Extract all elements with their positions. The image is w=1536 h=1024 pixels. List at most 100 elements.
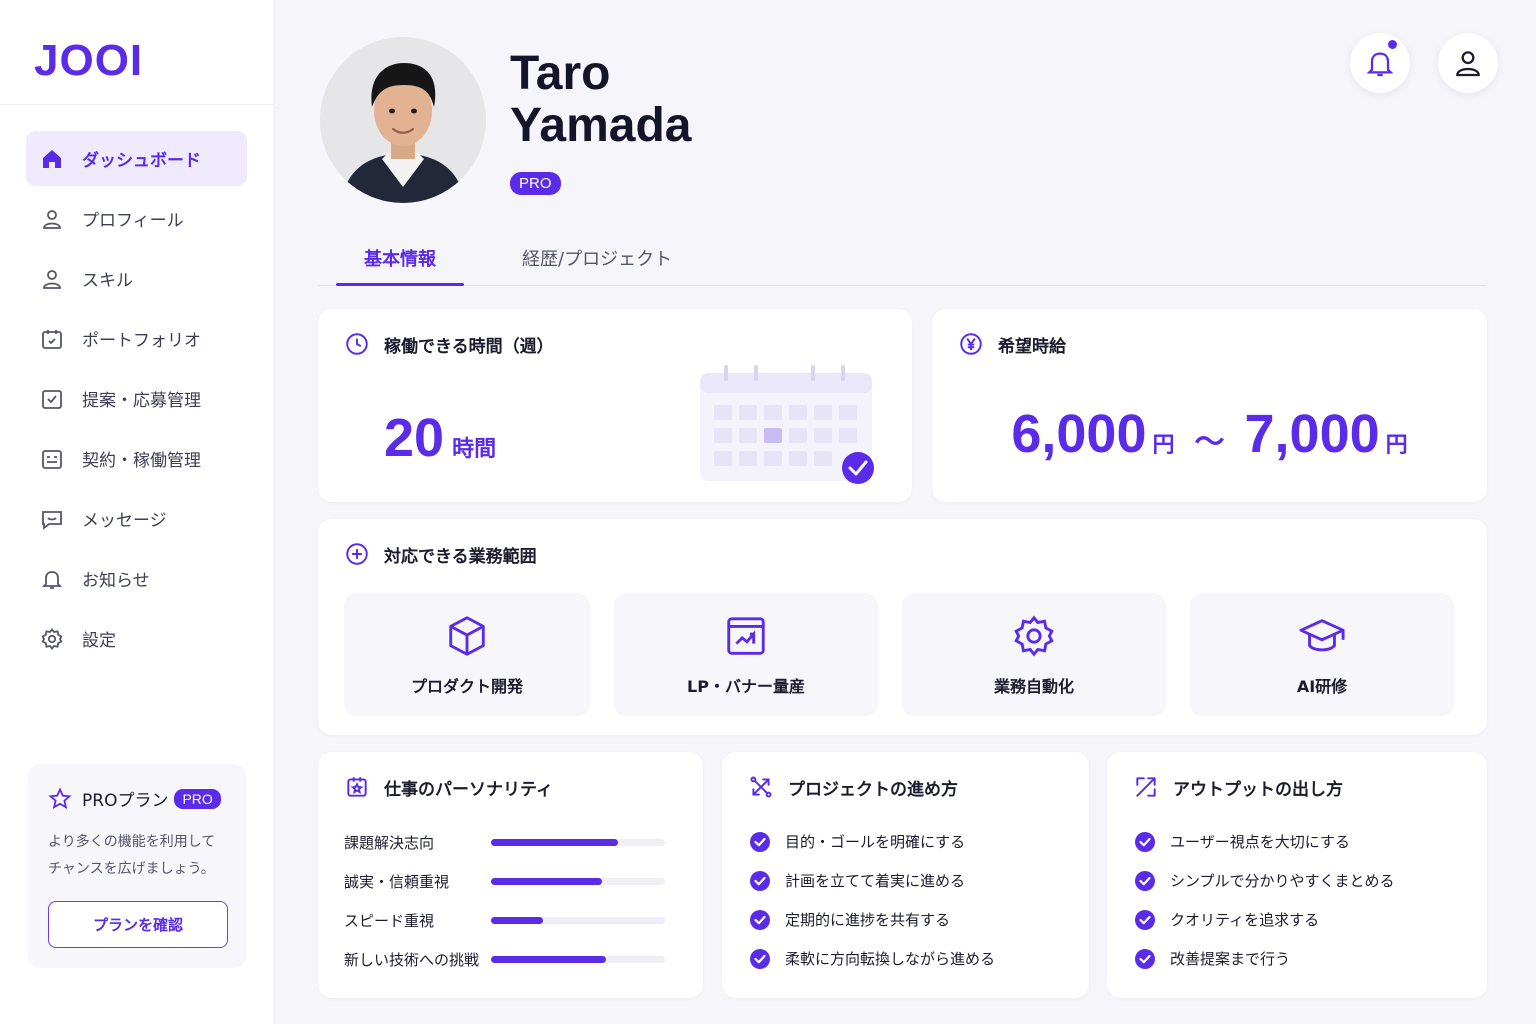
user-icon — [39, 206, 65, 232]
business-scope-title: 対応できる業務範囲 — [384, 546, 537, 567]
trait-row: 誠実・信頼重視 — [344, 871, 665, 892]
trait-bar-fill — [491, 956, 606, 963]
list-item-text: 定期的に進捗を共有する — [785, 911, 951, 929]
list-item-text: 柔軟に方向転換しながら進める — [785, 950, 996, 968]
sidebar-item-label: 契約・稼働管理 — [82, 451, 201, 471]
card-title: 希望時給 — [958, 331, 1066, 357]
hours-unit: 時間 — [452, 436, 497, 461]
pro-plan-description-line: チャンスを広げましょう。 — [48, 861, 215, 877]
sidebar-nav: ダッシュボード プロフィール スキル ポートフォリオ 提案・応募管理 契約・稼働… — [26, 131, 247, 671]
card-title: プロジェクトの進め方 — [748, 774, 958, 800]
hourly-rate-card: 希望時給 6,000 円〜 7,000 円 — [932, 309, 1487, 502]
business-item-label: 業務自動化 — [993, 676, 1074, 696]
list-item-text: 改善提案まで行う — [1170, 950, 1291, 968]
business-item-lp-banner[interactable]: LP・バナー量産 — [614, 593, 878, 716]
sidebar-item-label: プロフィール — [82, 211, 184, 231]
card-title: 仕事のパーソナリティ — [344, 774, 553, 800]
trait-bar — [491, 917, 665, 924]
tab-basic-info[interactable]: 基本情報 — [364, 245, 436, 271]
business-item-ai-training[interactable]: AI研修 — [1190, 593, 1454, 716]
trait-bar-fill — [491, 878, 603, 885]
check-circle-icon — [1135, 870, 1155, 891]
business-item-label: プロダクト開発 — [410, 676, 523, 696]
output-style-title: アウトプットの出し方 — [1173, 779, 1343, 800]
business-item-automation[interactable]: 業務自動化 — [902, 593, 1166, 716]
sidebar-item-dashboard[interactable]: ダッシュボード — [26, 131, 247, 186]
divider — [0, 104, 274, 105]
trait-bar — [491, 878, 665, 885]
list-item-text: ユーザー視点を大切にする — [1170, 833, 1350, 851]
badge-star-icon — [344, 774, 370, 800]
business-item-label: LP・バナー量産 — [687, 676, 805, 696]
hours-number: 20 — [384, 408, 445, 468]
star-icon — [48, 786, 72, 811]
sidebar-item-label: スキル — [82, 271, 133, 291]
calendar-icon — [39, 326, 65, 352]
sidebar-item-contracts[interactable]: 契約・稼働管理 — [26, 431, 247, 486]
check-circle-icon — [1135, 948, 1155, 969]
notification-dot — [1386, 38, 1399, 51]
last-name: Yamada — [510, 99, 692, 152]
sidebar-item-label: 設定 — [82, 631, 116, 651]
home-icon — [39, 146, 65, 172]
notifications-button[interactable] — [1350, 33, 1410, 93]
pro-plan-description-line: より多くの機能を利用して — [48, 834, 216, 850]
list-item: 柔軟に方向転換しながら進める — [750, 948, 995, 969]
trait-label: 新しい技術への挑戦 — [344, 951, 480, 969]
calendar-illustration-icon — [698, 361, 883, 489]
business-scope-card: 対応できる業務範囲 プロダクト開発 LP・バナー量産 業務自動化 AI研修 — [318, 519, 1487, 735]
chat-icon — [39, 506, 65, 532]
logo[interactable]: JOOI — [34, 36, 143, 86]
rate-unit: 円 — [1385, 432, 1408, 457]
list-item-text: 目的・ゴールを明確にする — [785, 833, 966, 851]
sidebar-item-label: 提案・応募管理 — [82, 391, 201, 411]
workflow-icon — [748, 774, 774, 800]
sidebar-item-notifications[interactable]: お知らせ — [26, 551, 247, 606]
check-circle-icon — [750, 831, 770, 852]
trait-row: 課題解決志向 — [344, 832, 665, 853]
tab-career-projects[interactable]: 経歴/プロジェクト — [522, 245, 672, 271]
sidebar-item-settings[interactable]: 設定 — [26, 611, 247, 666]
first-name: Taro — [510, 47, 611, 100]
avatar — [320, 37, 486, 203]
trait-label: スピード重視 — [344, 912, 435, 930]
sidebar-item-proposals[interactable]: 提案・応募管理 — [26, 371, 247, 426]
active-tab-indicator — [336, 283, 464, 286]
business-item-label: AI研修 — [1296, 676, 1348, 696]
rate-separator: 〜 — [1194, 426, 1225, 459]
rate-unit: 円 — [1152, 432, 1175, 457]
list-item: 目的・ゴールを明確にする — [750, 831, 965, 852]
hourly-rate-title: 希望時給 — [998, 336, 1066, 357]
sidebar-item-label: ダッシュボード — [82, 151, 201, 171]
sidebar: JOOI ダッシュボード プロフィール スキル ポートフォリオ 提案・応募管理 … — [0, 0, 275, 1024]
yen-icon — [958, 331, 984, 357]
personality-card: 仕事のパーソナリティ 課題解決志向 誠実・信頼重視 スピード重視 新しい技術への… — [318, 752, 703, 998]
list-item-text: シンプルで分かりやすくまとめる — [1170, 872, 1395, 890]
check-circle-icon — [750, 870, 770, 891]
sidebar-item-label: メッセージ — [82, 511, 167, 531]
sidebar-item-profile[interactable]: プロフィール — [26, 191, 247, 246]
sidebar-item-portfolio[interactable]: ポートフォリオ — [26, 311, 247, 366]
checkbox-icon — [39, 386, 65, 412]
business-item-product-dev[interactable]: プロダクト開発 — [344, 593, 590, 716]
account-button[interactable] — [1438, 33, 1498, 93]
user-icon — [39, 266, 65, 292]
check-circle-icon — [750, 948, 770, 969]
profile-name: Taro Yamada — [510, 48, 691, 152]
sidebar-item-skills[interactable]: スキル — [26, 251, 247, 306]
pro-plan-description: より多くの機能を利用して チャンスを広げましょう。 — [48, 829, 226, 883]
list-item: 定期的に進捗を共有する — [750, 909, 950, 930]
sidebar-item-messages[interactable]: メッセージ — [26, 491, 247, 546]
profile-tabs: 基本情報 経歴/プロジェクト — [318, 233, 1486, 286]
check-plan-button[interactable]: プランを確認 — [48, 901, 228, 948]
pro-plan-card: PROプラン PRO より多くの機能を利用して チャンスを広げましょう。 プラン… — [28, 764, 246, 968]
trait-row: 新しい技術への挑戦 — [344, 949, 665, 970]
trait-bar — [491, 839, 665, 846]
pro-badge: PRO — [174, 788, 221, 809]
sidebar-item-label: ポートフォリオ — [82, 331, 201, 351]
user-icon — [1452, 47, 1484, 79]
trait-bar-fill — [491, 839, 619, 846]
personality-title: 仕事のパーソナリティ — [384, 779, 553, 800]
project-style-card: プロジェクトの進め方 目的・ゴールを明確にする 計画を立てて着実に進める 定期的… — [722, 752, 1089, 998]
check-circle-icon — [1135, 909, 1155, 930]
